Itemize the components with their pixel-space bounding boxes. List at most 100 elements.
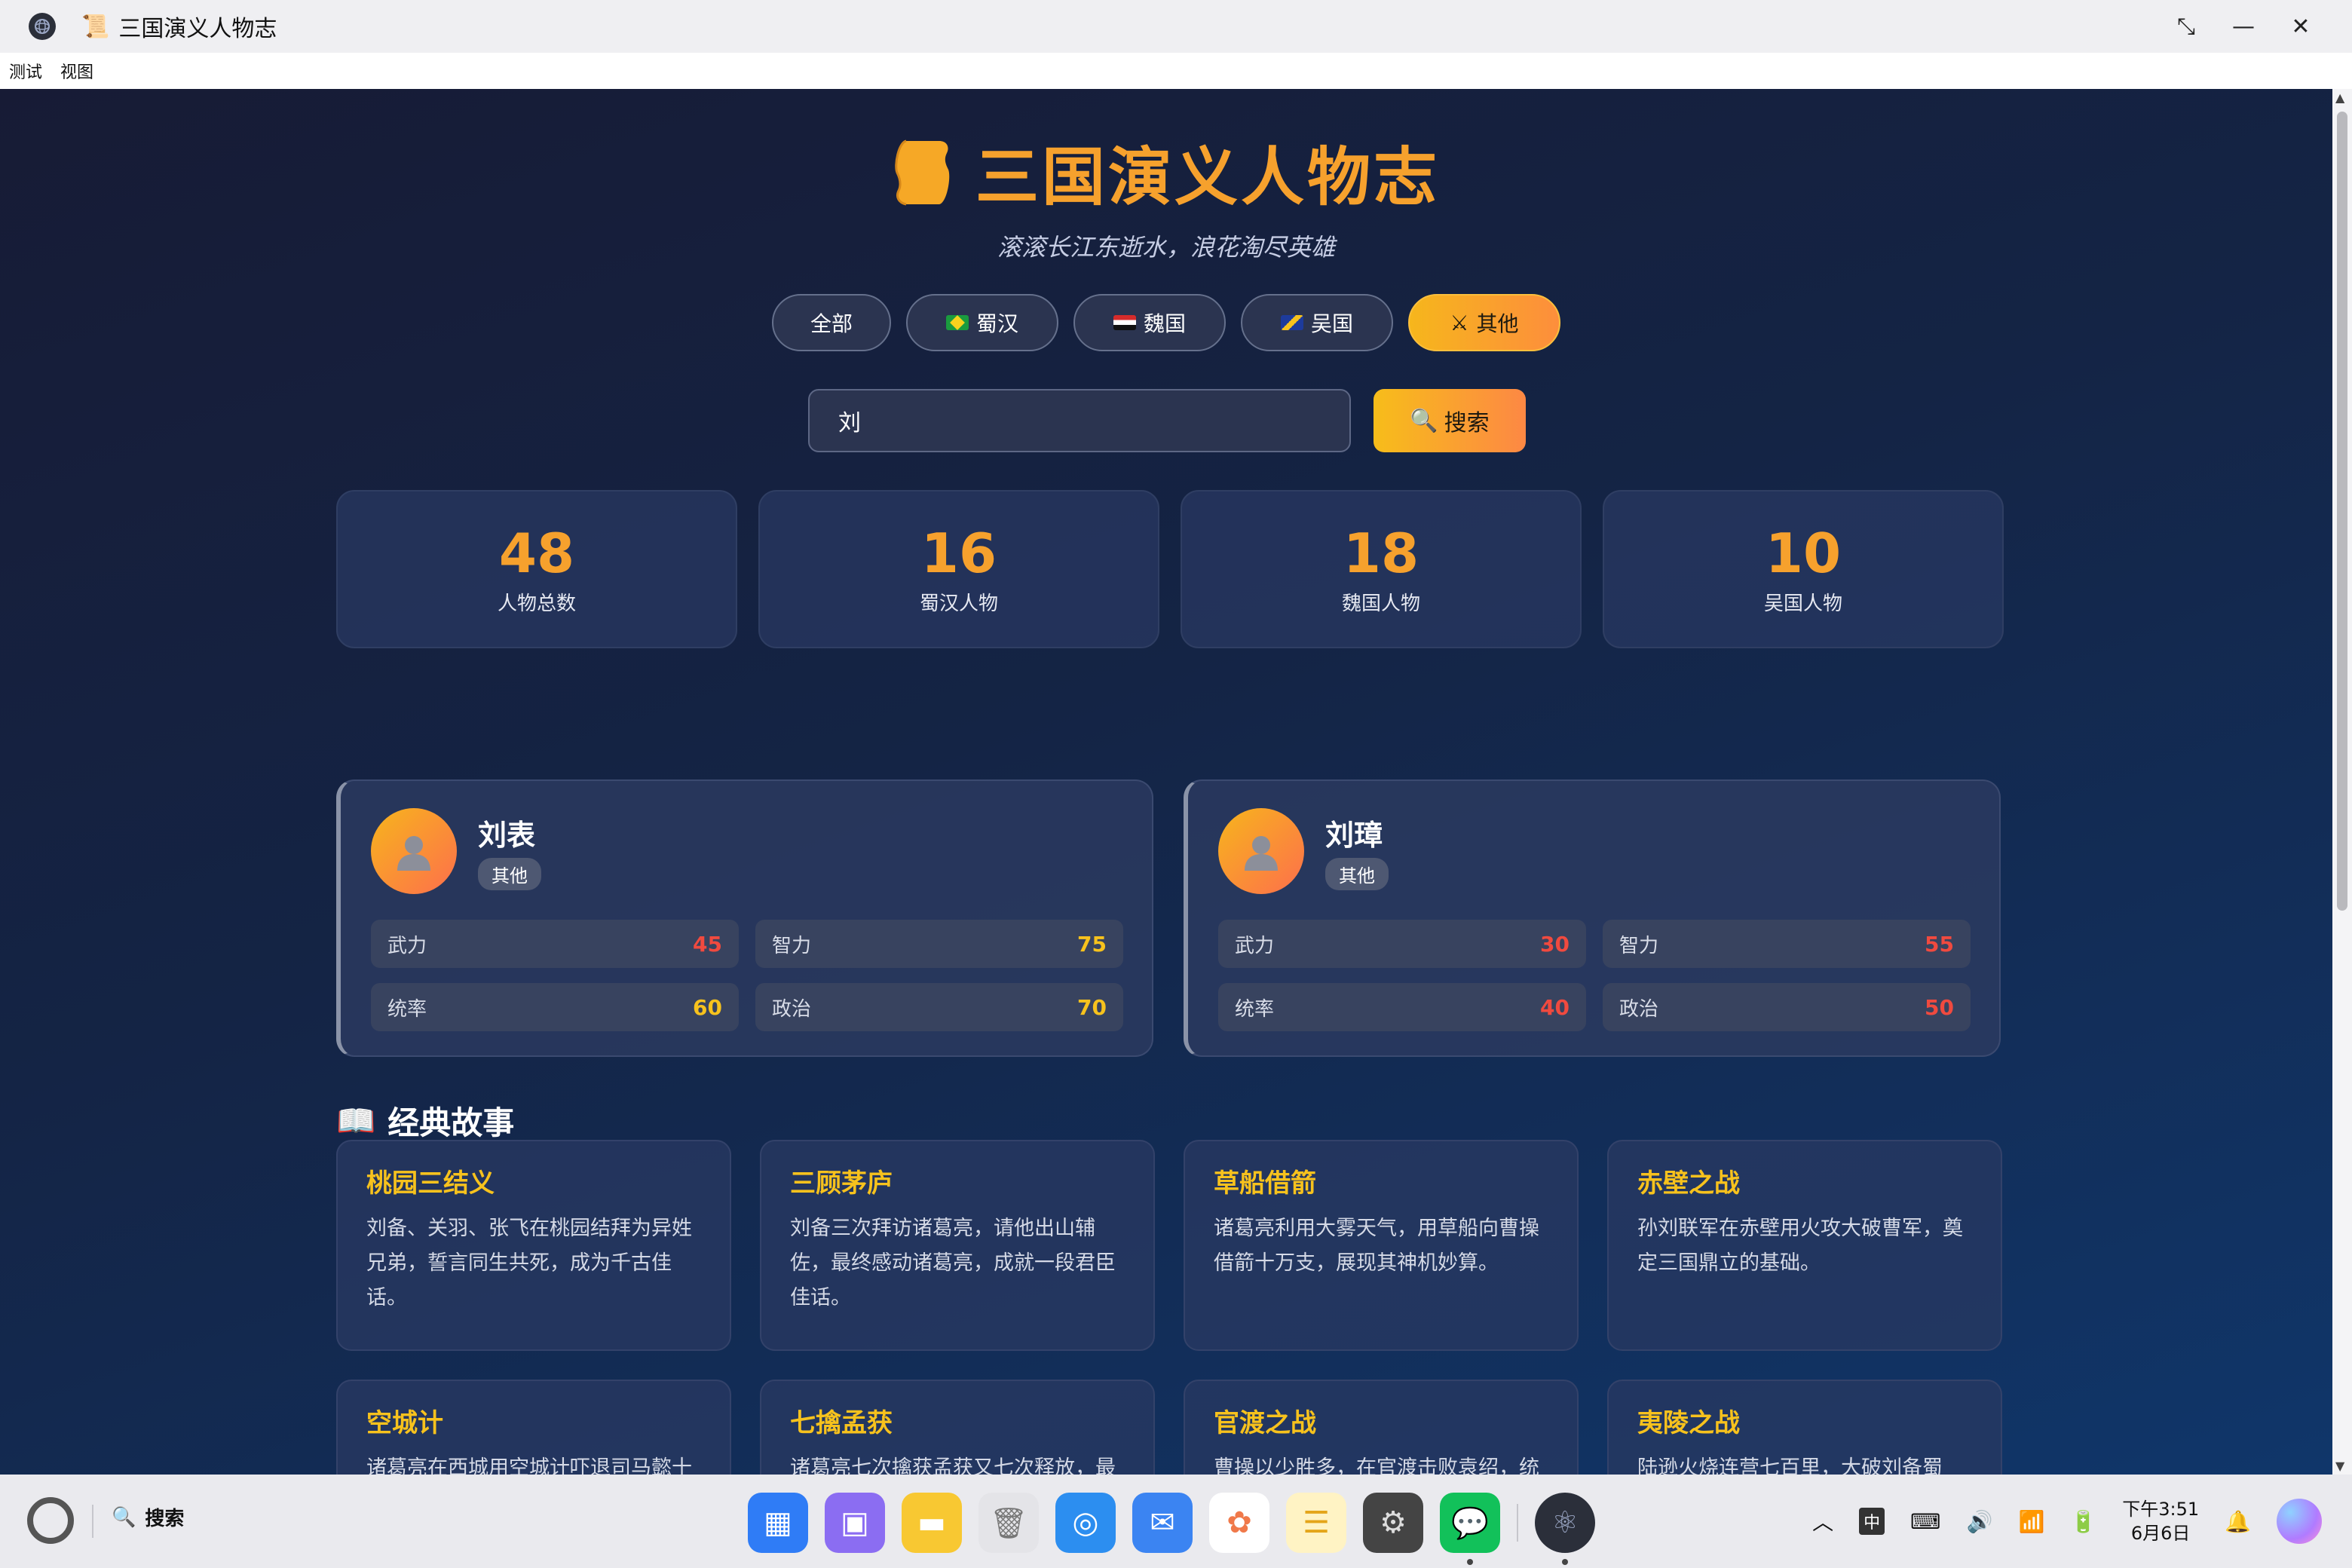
attr-value: 40: [1540, 994, 1570, 1020]
stat-card-wu: 10 吴国人物: [1603, 490, 2004, 648]
person-icon: [397, 836, 430, 871]
minimize-button[interactable]: —: [2215, 0, 2272, 53]
search-button-label: 搜索: [1444, 411, 1490, 436]
story-desc: 刘备、关羽、张飞在桃园结拜为异姓兄弟，誓言同生共死，成为千古佳话。: [366, 1217, 692, 1309]
menu-bar: 测试 视图: [0, 53, 2352, 89]
attr-label: 统率: [1235, 997, 1275, 1021]
filter-label: 其他: [1476, 311, 1519, 336]
attr-command: 统率 60: [371, 983, 739, 1031]
attr-value: 55: [1925, 931, 1954, 957]
person-name: 刘璋: [1325, 819, 1383, 852]
page-subtitle: 滚滚长江东逝水，浪花淘尽英雄: [997, 233, 1335, 262]
search-button[interactable]: 🔍 搜索: [1374, 389, 1526, 452]
story-card[interactable]: 桃园三结义 刘备、关羽、张飞在桃园结拜为异姓兄弟，誓言同生共死，成为千古佳话。: [336, 1140, 731, 1351]
filter-label: 蜀汉: [975, 311, 1018, 336]
section-title-text: 经典故事: [387, 1104, 515, 1141]
filter-shu-button[interactable]: 蜀汉: [906, 294, 1058, 351]
stat-label: 人物总数: [497, 593, 576, 615]
ime-indicator[interactable]: 中: [1859, 1508, 1885, 1535]
photos-icon[interactable]: ✿: [1209, 1493, 1269, 1553]
attr-intelligence: 智力 75: [755, 920, 1123, 968]
attr-force: 武力 30: [1218, 920, 1586, 968]
assistant-icon[interactable]: [2277, 1499, 2322, 1544]
filter-other-button[interactable]: ⚔ 其他: [1408, 294, 1560, 351]
story-title: 草船借箭: [1214, 1168, 1316, 1199]
menu-test[interactable]: 测试: [9, 59, 42, 83]
stat-value: 16: [920, 522, 997, 585]
system-tray: ︿ 中 ⌨ 🔊 📶 🔋 下午3:51 6月6日 🔔: [1812, 1475, 2352, 1568]
start-button[interactable]: [27, 1497, 74, 1544]
search-input[interactable]: [808, 389, 1351, 452]
launcher-grid-icon[interactable]: ▦: [748, 1493, 808, 1553]
mail-icon[interactable]: ✉: [1132, 1493, 1193, 1553]
restore-icon[interactable]: ⤡: [2158, 0, 2215, 53]
folder-icon[interactable]: ▬: [902, 1493, 962, 1553]
bosnia-flag-icon: [1280, 315, 1303, 330]
close-button[interactable]: ✕: [2272, 0, 2329, 53]
stat-card-total: 48 人物总数: [336, 490, 737, 648]
person-card[interactable]: 刘璋 其他 武力 30 智力 55 统率 40 政治 50: [1184, 779, 2001, 1057]
story-desc: 诸葛亮利用大雾天气，用草船向曹操借箭十万支，展现其神机妙算。: [1214, 1217, 1539, 1275]
scroll-thumb[interactable]: [2337, 112, 2347, 911]
story-grid: 桃园三结义 刘备、关羽、张飞在桃园结拜为异姓兄弟，誓言同生共死，成为千古佳话。 三…: [336, 1140, 2002, 1475]
attr-label: 政治: [1619, 997, 1659, 1021]
attr-label: 武力: [387, 934, 427, 957]
settings-icon[interactable]: ⚙: [1363, 1493, 1423, 1553]
stat-value: 10: [1765, 522, 1842, 585]
story-card[interactable]: 赤壁之战 孙刘联军在赤壁用火攻大破曹军，奠定三国鼎立的基础。: [1607, 1140, 2002, 1351]
stat-card-wei: 18 魏国人物: [1181, 490, 1582, 648]
faction-badge: 其他: [1325, 858, 1389, 890]
scroll-up-icon[interactable]: ▲: [2335, 90, 2344, 105]
filter-wei-button[interactable]: 魏国: [1073, 294, 1226, 351]
clock-date: 6月6日: [2130, 1523, 2191, 1544]
story-card[interactable]: 三顾茅庐 刘备三次拜访诸葛亮，请他出山辅佐，最终感动诸葛亮，成就一段君臣佳话。: [760, 1140, 1155, 1351]
filter-label: 吴国: [1310, 311, 1353, 336]
search-bar: 🔍 搜索: [808, 389, 1526, 452]
story-desc: 诸葛亮在西城用空城计吓退司马懿十五万大军，成为千古绝唱。: [366, 1456, 692, 1475]
story-desc: 孙刘联军在赤壁用火攻大破曹军，奠定三国鼎立的基础。: [1637, 1217, 1963, 1275]
chevron-up-icon[interactable]: ︿: [1812, 1506, 1833, 1536]
attr-label: 政治: [772, 997, 812, 1021]
attr-value: 50: [1925, 994, 1954, 1020]
brazil-flag-icon: [945, 315, 969, 330]
multitask-icon[interactable]: ▣: [825, 1493, 885, 1553]
clock-time: 下午3:51: [2122, 1499, 2200, 1520]
stat-value: 48: [498, 522, 575, 585]
attr-value: 70: [1077, 994, 1107, 1020]
attr-label: 统率: [387, 997, 427, 1021]
title-bar: 📜 三国演义人物志 ⤡ — ✕: [0, 0, 2352, 53]
browser-icon[interactable]: ◎: [1055, 1493, 1116, 1553]
story-card[interactable]: 草船借箭诸葛亮利用大雾天气，用草船向曹操借箭十万支，展现其神机妙算。: [1184, 1140, 1579, 1351]
story-card[interactable]: 七擒孟获诸葛亮七次擒获孟获又七次释放，最终使其心悦诚服，平定南方。: [760, 1380, 1155, 1475]
notes-icon[interactable]: ☰: [1286, 1493, 1346, 1553]
scroll-down-icon[interactable]: ▼: [2335, 1459, 2344, 1473]
notification-bell-icon[interactable]: 🔔: [2225, 1509, 2251, 1534]
filter-all-button[interactable]: 全部: [772, 294, 891, 351]
taskbar-search[interactable]: 🔍 搜索: [112, 1503, 184, 1531]
stats-row: 48 人物总数 16 蜀汉人物 18 魏国人物 10 吴国人物: [336, 490, 2004, 648]
attr-intelligence: 智力 55: [1603, 920, 1971, 968]
electron-app-icon[interactable]: ⚛: [1535, 1493, 1595, 1565]
volume-icon[interactable]: 🔊: [1967, 1509, 1993, 1534]
keyboard-icon[interactable]: ⌨: [1910, 1509, 1940, 1534]
egypt-flag-icon: [1113, 315, 1136, 330]
story-card[interactable]: 空城计诸葛亮在西城用空城计吓退司马懿十五万大军，成为千古绝唱。: [336, 1380, 731, 1475]
story-card[interactable]: 夷陵之战陆逊火烧连营七百里，大破刘备蜀军，巩固东吴地位。: [1607, 1380, 2002, 1475]
search-icon: 🔍: [1410, 408, 1438, 433]
person-list: 刘表 其他 武力 45 智力 75 统率 60 政治 70 刘璋 其他 武力 3…: [336, 779, 2001, 1057]
story-card[interactable]: 官渡之战曹操以少胜多，在官渡击败袁绍，统一北方。: [1184, 1380, 1579, 1475]
story-title: 三顾茅庐: [790, 1168, 893, 1199]
filter-wu-button[interactable]: 吴国: [1241, 294, 1393, 351]
person-card[interactable]: 刘表 其他 武力 45 智力 75 统率 60 政治 70: [336, 779, 1153, 1057]
wifi-icon[interactable]: 📶: [2018, 1509, 2044, 1534]
clock[interactable]: 下午3:51 6月6日: [2122, 1497, 2199, 1545]
stat-card-shu: 16 蜀汉人物: [758, 490, 1159, 648]
trash-icon[interactable]: 🗑: [978, 1493, 1039, 1553]
filter-label: 魏国: [1143, 311, 1186, 336]
menu-view[interactable]: 视图: [60, 59, 93, 83]
filter-label: 全部: [810, 311, 853, 336]
vertical-scrollbar[interactable]: ▲ ▼: [2332, 89, 2352, 1475]
stat-label: 吴国人物: [1763, 593, 1842, 615]
battery-icon[interactable]: 🔋: [2070, 1509, 2096, 1534]
wechat-icon[interactable]: 💬: [1440, 1493, 1500, 1565]
